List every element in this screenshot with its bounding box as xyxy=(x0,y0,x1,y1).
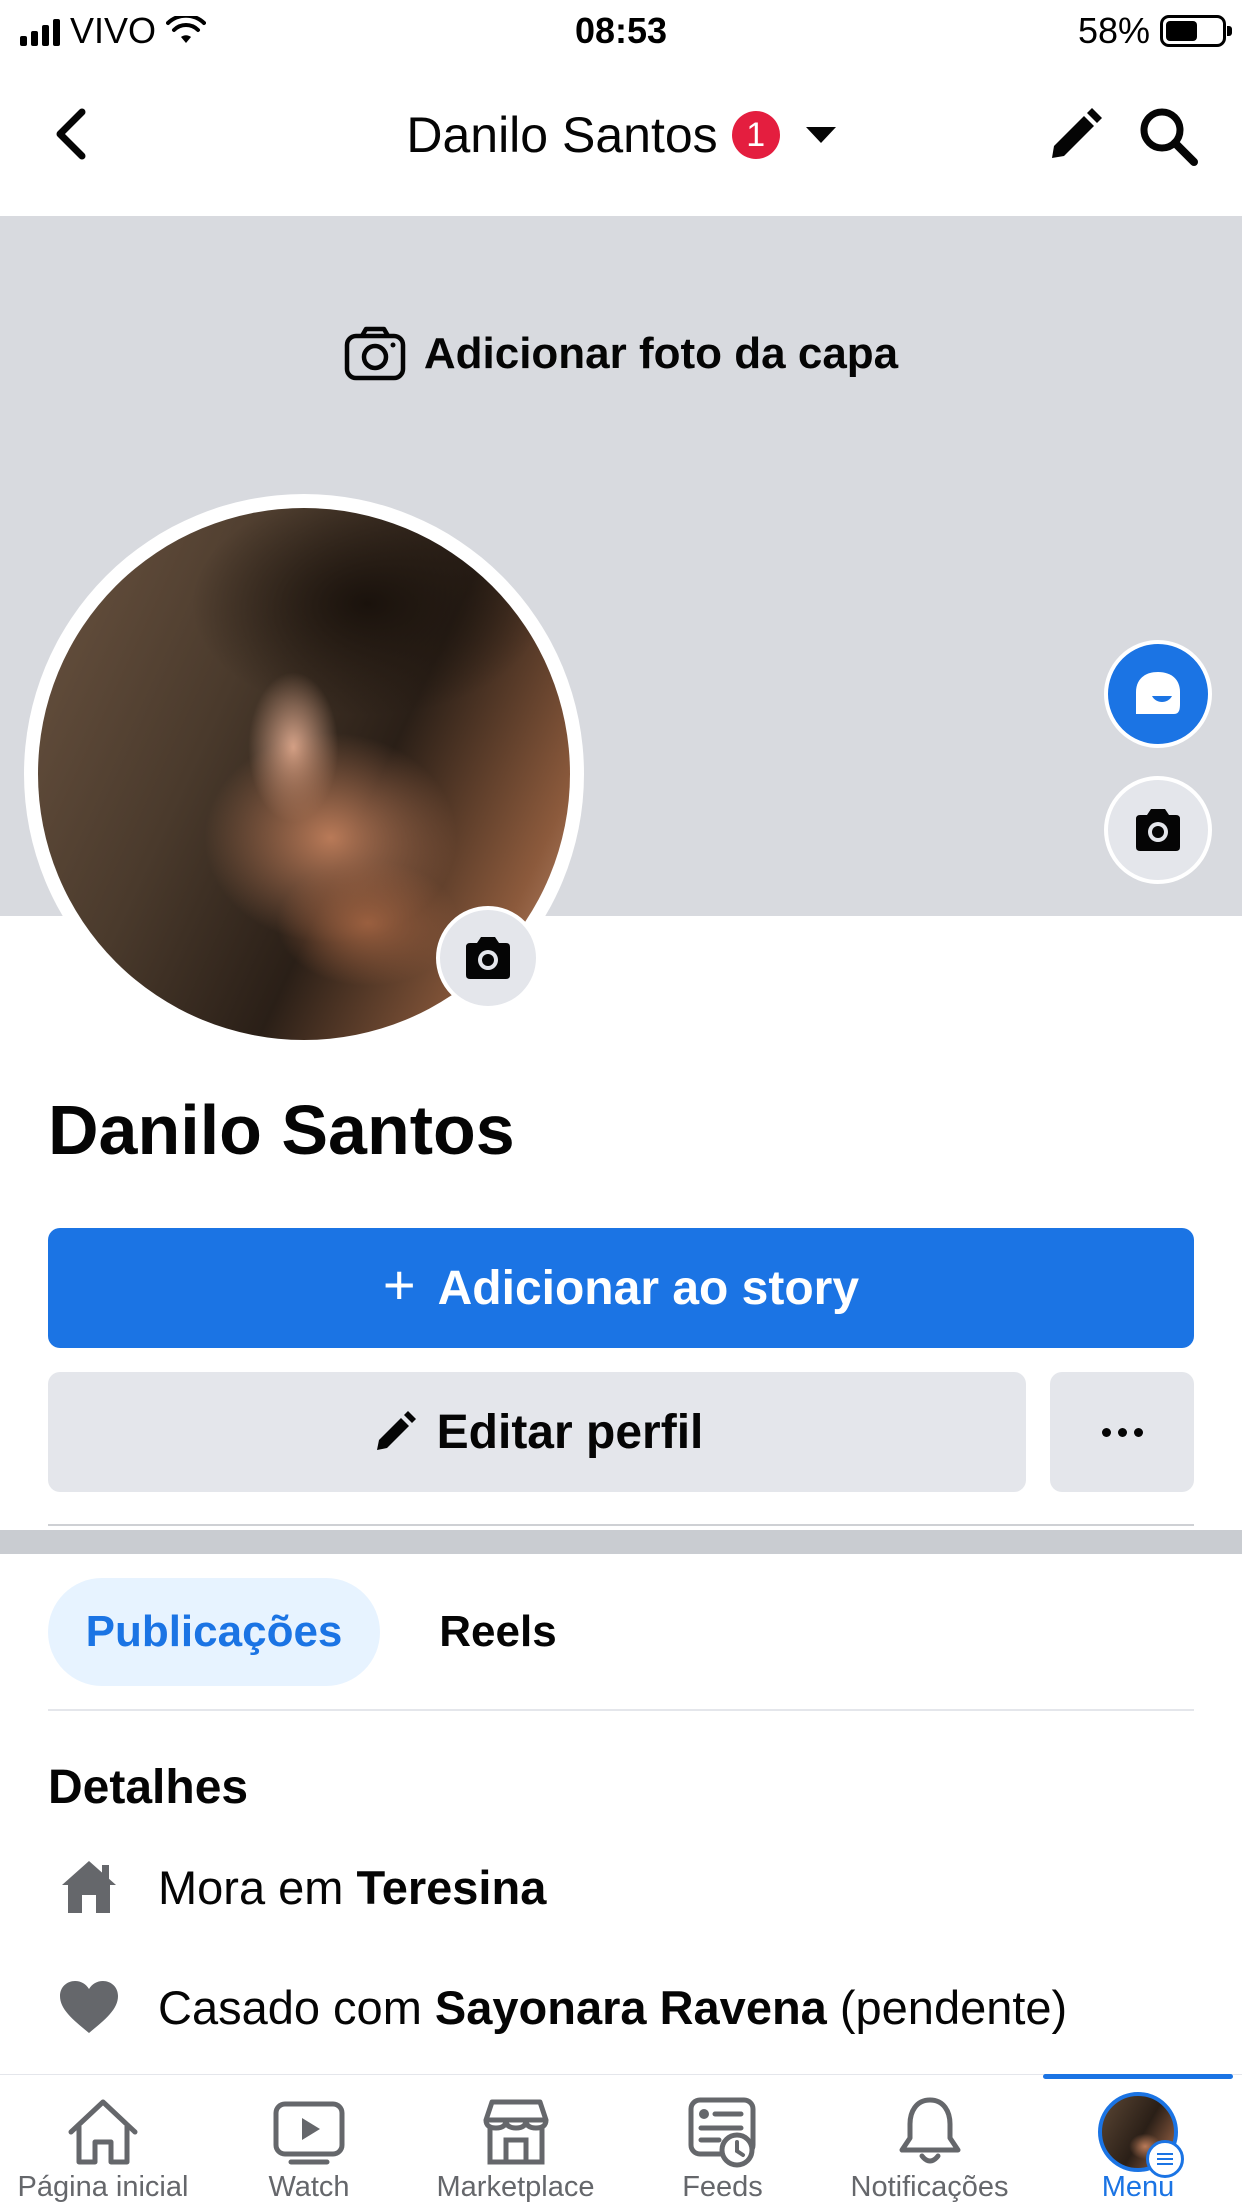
camera-icon xyxy=(1136,809,1180,851)
bottom-tab-bar: Página inicial Watch Marketplace Feeds N… xyxy=(0,2074,1242,2208)
tab-reels[interactable]: Reels xyxy=(408,1578,588,1686)
home-icon xyxy=(68,2099,138,2165)
search-icon xyxy=(1140,108,1198,166)
tab-bar-watch[interactable]: Watch xyxy=(206,2075,412,2208)
status-bar: VIVO 08:53 58% xyxy=(0,0,1242,62)
header-title: Danilo Santos xyxy=(406,107,718,163)
pencil-icon xyxy=(1052,108,1102,158)
details-heading: Detalhes xyxy=(48,1761,249,1814)
profile-header: Danilo Santos 1 xyxy=(0,62,1242,216)
relationship-partner[interactable]: Sayonara Ravena xyxy=(435,1981,827,2034)
edit-profile-label: Editar perfil xyxy=(436,1405,704,1459)
caret-down-icon xyxy=(805,127,836,143)
active-tab-indicator xyxy=(1043,2074,1233,2079)
menu-avatar xyxy=(1098,2092,1184,2178)
status-time: 08:53 xyxy=(574,10,668,51)
tab-bar-feeds[interactable]: Feeds xyxy=(619,2075,826,2208)
battery-percentage: 58% xyxy=(1077,10,1150,51)
relationship-status: (pendente) xyxy=(839,1980,1068,2034)
cover-camera-button[interactable] xyxy=(1104,776,1212,884)
tab-bar-home-label: Página inicial xyxy=(17,2171,189,2203)
battery-icon xyxy=(1160,15,1232,47)
pencil-icon xyxy=(376,1411,416,1450)
watch-icon xyxy=(273,2101,345,2165)
add-cover-label: Adicionar foto da capa xyxy=(423,329,899,378)
notification-badge: 1 xyxy=(731,111,780,159)
section-separator xyxy=(0,1530,1242,1554)
profile-name: Danilo Santos xyxy=(48,1091,515,1169)
status-right: 58% xyxy=(1077,10,1232,52)
relationship-prefix: Casado com xyxy=(158,1980,422,2034)
detail-lives-in[interactable]: Mora em Teresina xyxy=(58,1856,546,1918)
add-cover-photo-button[interactable]: Adicionar foto da capa xyxy=(0,326,1242,382)
lives-prefix: Mora em xyxy=(158,1860,344,1914)
menu-lines-icon xyxy=(1146,2140,1184,2178)
home-icon xyxy=(58,1856,120,1918)
tab-bar-feeds-label: Feeds xyxy=(682,2171,763,2203)
tab-bar-marketplace[interactable]: Marketplace xyxy=(412,2075,619,2208)
feeds-icon xyxy=(688,2097,755,2168)
heart-icon xyxy=(58,1976,120,2038)
edit-button[interactable] xyxy=(1042,104,1106,168)
more-options-button[interactable] xyxy=(1050,1372,1194,1492)
avatar-icon xyxy=(1136,672,1180,714)
edit-profile-button[interactable]: Editar perfil xyxy=(48,1372,1026,1492)
add-to-story-label: Adicionar ao story xyxy=(437,1261,860,1315)
tab-bar-marketplace-label: Marketplace xyxy=(436,2171,595,2203)
add-to-story-button[interactable]: + Adicionar ao story xyxy=(48,1228,1194,1348)
search-button[interactable] xyxy=(1136,104,1200,168)
tab-bar-watch-label: Watch xyxy=(268,2171,350,2203)
bell-icon xyxy=(899,2097,960,2164)
tabs-divider xyxy=(48,1709,1194,1711)
lives-city[interactable]: Teresina xyxy=(357,1861,547,1914)
tab-bar-notifications[interactable]: Notificações xyxy=(826,2075,1033,2208)
more-dots-icon xyxy=(1101,1427,1111,1437)
profile-camera-button[interactable] xyxy=(436,906,540,1010)
tab-bar-notifications-label: Notificações xyxy=(850,2171,1009,2203)
plus-icon: + xyxy=(382,1253,416,1316)
camera-icon xyxy=(466,937,510,979)
marketplace-icon xyxy=(483,2099,548,2165)
divider xyxy=(48,1524,1194,1526)
detail-relationship[interactable]: Casado com Sayonara Ravena (pendente) xyxy=(58,1976,1067,2038)
tab-publicacoes[interactable]: Publicações xyxy=(48,1578,380,1686)
avatar-button[interactable] xyxy=(1104,640,1212,748)
tab-bar-menu[interactable]: Menu xyxy=(1043,2075,1233,2208)
tab-bar-home[interactable]: Página inicial xyxy=(0,2075,206,2208)
camera-outline-icon xyxy=(344,326,406,381)
